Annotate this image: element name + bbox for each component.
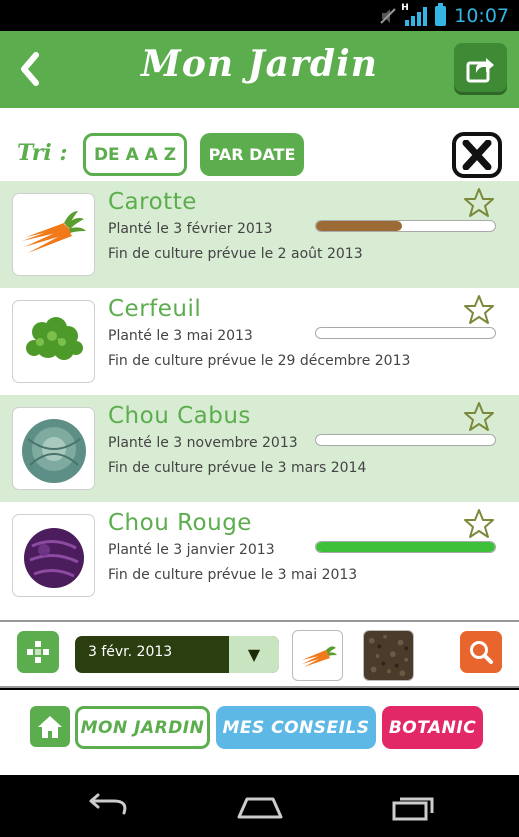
plant-date: Planté le 3 mai 2013	[108, 328, 253, 344]
home-button[interactable]	[30, 706, 70, 747]
growth-progress-bar	[315, 220, 496, 232]
carrot-filter-thumbnail[interactable]	[292, 630, 343, 681]
plant-name: Carotte	[108, 189, 197, 215]
favorite-star-icon[interactable]	[463, 187, 495, 218]
list-item[interactable]: Carotte Planté le 3 février 2013 Fin de …	[0, 181, 519, 288]
home-icon	[38, 715, 62, 738]
sort-date-button[interactable]: PAR DATE	[200, 133, 304, 176]
progress-fill	[316, 221, 402, 231]
signal-icon: H	[401, 3, 428, 26]
close-button[interactable]	[452, 132, 502, 178]
share-button[interactable]	[454, 43, 507, 95]
page-title: Mon Jardin	[141, 43, 378, 85]
garden-content: Tri : DE A A Z PAR DATE Carotte Planté l…	[0, 108, 519, 620]
plant-name: Cerfeuil	[108, 296, 202, 322]
search-icon	[470, 641, 493, 664]
network-type: H	[401, 3, 409, 13]
plant-list: Carotte Planté le 3 février 2013 Fin de …	[0, 181, 519, 609]
plant-name: Chou Cabus	[108, 403, 251, 429]
plant-end-date: Fin de culture prévue le 3 mai 2013	[108, 567, 358, 583]
system-navigation-bar	[0, 775, 519, 837]
list-item[interactable]: Chou Rouge Planté le 3 janvier 2013 Fin …	[0, 502, 519, 609]
cabbage-thumbnail[interactable]	[12, 407, 95, 490]
close-icon	[462, 140, 492, 170]
tab-mon-jardin[interactable]: MON JARDIN	[75, 706, 210, 749]
system-recents-icon[interactable]	[388, 793, 438, 821]
tab-botanic[interactable]: BOTANIC	[382, 706, 483, 749]
favorite-star-icon[interactable]	[463, 508, 495, 539]
chervil-image	[25, 316, 83, 360]
carrot-icon	[301, 645, 337, 667]
plant-date: Planté le 3 février 2013	[108, 221, 273, 237]
growth-progress-bar	[315, 327, 496, 339]
system-back-icon[interactable]	[84, 793, 134, 821]
date-select-value: 3 févr. 2013	[88, 644, 173, 660]
status-time: 10:07	[454, 5, 509, 27]
status-bar: H 10:07	[0, 0, 519, 31]
progress-fill	[316, 542, 495, 552]
growth-progress-bar	[315, 434, 496, 446]
share-icon	[466, 58, 494, 83]
favorite-star-icon[interactable]	[463, 294, 495, 325]
system-home-icon[interactable]	[235, 793, 285, 821]
bottom-toolbar: 3 févr. 2013 ▼	[0, 620, 519, 688]
carrot-thumbnail[interactable]	[12, 193, 95, 276]
plant-end-date: Fin de culture prévue le 3 mars 2014	[108, 460, 367, 476]
soil-icon	[364, 631, 413, 680]
mute-icon	[379, 7, 397, 25]
soil-filter-thumbnail[interactable]	[363, 630, 414, 681]
move-button[interactable]	[17, 631, 59, 673]
plant-date: Planté le 3 novembre 2013	[108, 435, 298, 451]
cabbage-image	[21, 418, 86, 483]
red-cabbage-thumbnail[interactable]	[12, 514, 95, 597]
date-select[interactable]: 3 févr. 2013 ▼	[75, 636, 279, 673]
chervil-thumbnail[interactable]	[12, 300, 95, 383]
list-item[interactable]: Chou Cabus Planté le 3 novembre 2013 Fin…	[0, 395, 519, 502]
list-item[interactable]: Cerfeuil Planté le 3 mai 2013 Fin de cul…	[0, 288, 519, 395]
search-button[interactable]	[460, 631, 502, 673]
growth-progress-bar	[315, 541, 496, 553]
carrot-image	[21, 210, 86, 253]
main-navigation: MON JARDIN MES CONSEILS BOTANIC	[0, 690, 519, 775]
tab-mes-conseils[interactable]: MES CONSEILS	[216, 706, 376, 749]
sort-label: Tri :	[17, 140, 68, 166]
battery-icon	[435, 3, 447, 26]
red-cabbage-image	[23, 527, 84, 588]
plant-date: Planté le 3 janvier 2013	[108, 542, 275, 558]
app-header: Mon Jardin	[0, 31, 519, 108]
status-icons: H 10:07	[379, 3, 509, 28]
chevron-down-icon[interactable]: ▼	[229, 636, 279, 673]
move-icon	[27, 641, 49, 663]
favorite-star-icon[interactable]	[463, 401, 495, 432]
sort-az-button[interactable]: DE A A Z	[83, 133, 187, 176]
plant-end-date: Fin de culture prévue le 2 août 2013	[108, 246, 363, 262]
sort-bar: Tri : DE A A Z PAR DATE	[0, 108, 519, 181]
plant-end-date: Fin de culture prévue le 29 décembre 201…	[108, 353, 411, 369]
plant-name: Chou Rouge	[108, 510, 252, 536]
